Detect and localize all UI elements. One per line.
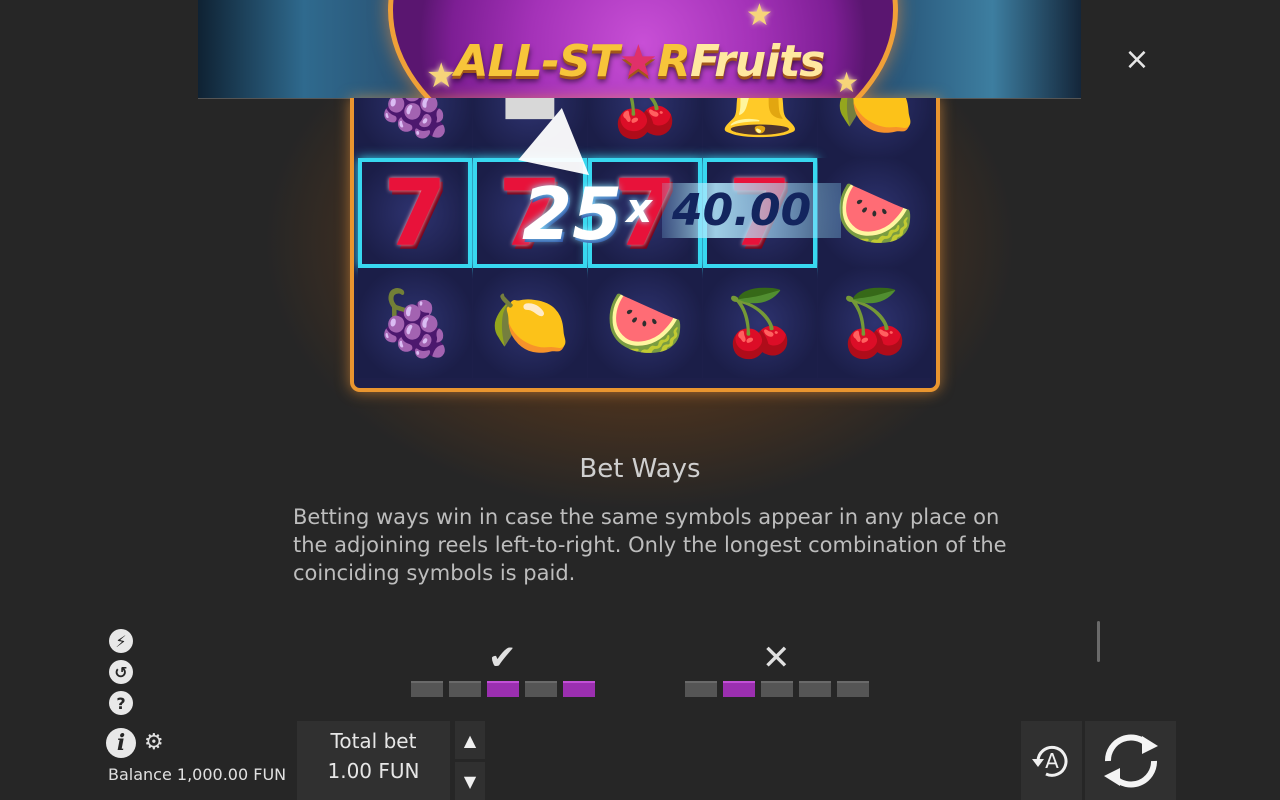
valid-example-segment xyxy=(525,681,557,697)
valid-example-segment xyxy=(487,681,519,697)
bet-increase-button[interactable]: ▲ xyxy=(455,721,485,759)
spin-button[interactable] xyxy=(1085,721,1176,800)
reel-symbol-watermelon: 🍉 xyxy=(588,268,702,378)
reel-symbol-grapes: 🍇 xyxy=(358,268,472,378)
invalid-example-segment xyxy=(799,681,831,697)
autoplay-icon: A xyxy=(1031,745,1067,777)
close-button[interactable]: × xyxy=(1124,45,1150,75)
bet-decrease-button[interactable]: ▼ xyxy=(455,762,485,800)
arrow-down-icon: ▼ xyxy=(463,771,477,791)
check-icon: ✔ xyxy=(488,638,517,678)
total-bet-value: 1.00 FUN xyxy=(327,759,420,783)
invalid-example-bar xyxy=(685,681,869,697)
star-icon: ★ xyxy=(746,0,773,33)
valid-example-segment xyxy=(411,681,443,697)
invalid-example-segment xyxy=(837,681,869,697)
spin-icon xyxy=(1103,734,1158,787)
reel-symbol-grapes: 🍇 xyxy=(358,98,472,158)
total-bet-label: Total bet xyxy=(330,729,417,753)
valid-example-segment xyxy=(449,681,481,697)
reel-symbol-lemon: 🍋 xyxy=(473,268,587,378)
invalid-example-segment xyxy=(761,681,793,697)
reel-symbol-seven: 7 xyxy=(358,158,472,268)
win-multiplier-sign: x xyxy=(626,186,653,232)
game-banner: ★ ★ ★ ALL-ST★RFruits xyxy=(198,0,1081,99)
settings-gear-icon[interactable]: ⚙ xyxy=(144,732,164,754)
reel-symbol-cherries: 🍒 xyxy=(818,268,932,378)
close-icon: × xyxy=(1124,42,1150,77)
win-ways-count: 25 xyxy=(522,172,623,256)
svg-text:A: A xyxy=(1045,749,1059,773)
autoplay-button[interactable]: A xyxy=(1021,721,1082,800)
reel-symbol-bell: 🔔 xyxy=(703,98,817,158)
balance-display: Balance 1,000.00 FUN xyxy=(108,765,287,784)
chip-icon[interactable]: ⚡ xyxy=(109,629,133,653)
history-icon[interactable]: ↺ xyxy=(109,660,133,684)
help-icon[interactable]: ? xyxy=(109,691,133,715)
cross-icon: ✕ xyxy=(762,638,791,678)
total-bet-display: Total bet 1.00 FUN xyxy=(297,721,450,800)
arrow-up-icon: ▲ xyxy=(463,730,477,750)
info-icon[interactable]: i xyxy=(106,728,136,758)
invalid-example-segment xyxy=(685,681,717,697)
reel-symbol-cherries: 🍒 xyxy=(703,268,817,378)
help-description: Betting ways win in case the same symbol… xyxy=(293,505,1007,585)
game-logo: ALL-ST★RFruits xyxy=(454,36,826,87)
reel-symbol-lemon: 🍋 xyxy=(818,98,932,158)
valid-example-bar xyxy=(411,681,595,697)
invalid-example-segment xyxy=(723,681,755,697)
help-title: Bet Ways xyxy=(579,454,701,484)
win-amount: 40.00 xyxy=(662,183,842,238)
scrollbar[interactable] xyxy=(1097,621,1100,662)
valid-example-segment xyxy=(563,681,595,697)
win-display: 25 x 40.00 xyxy=(522,172,842,256)
